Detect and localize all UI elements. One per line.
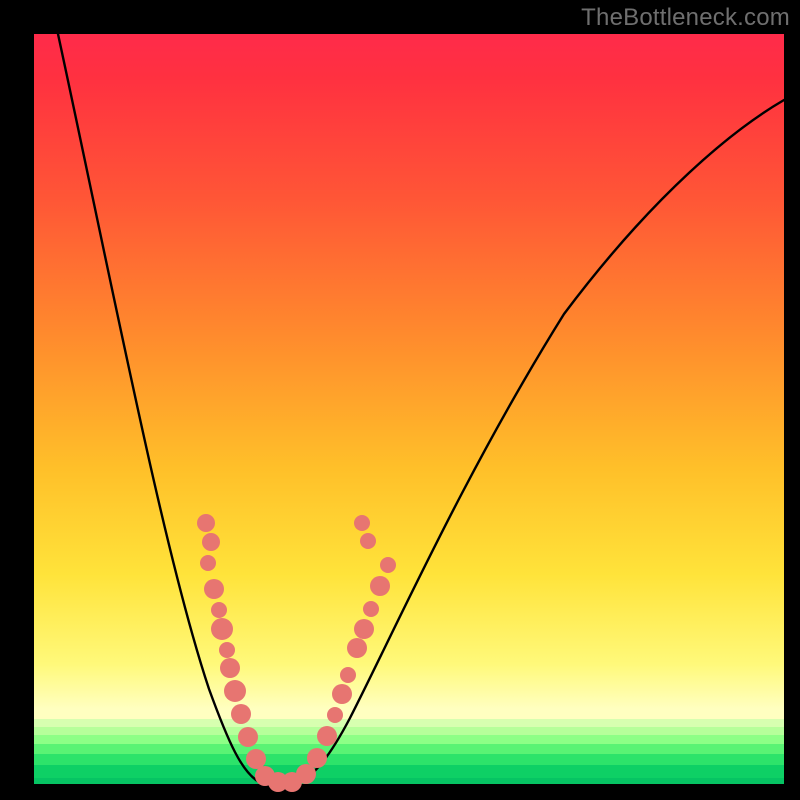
highlight-dot xyxy=(202,533,220,551)
curve-layer xyxy=(34,34,784,784)
highlight-dot xyxy=(354,515,370,531)
highlight-dot xyxy=(224,680,246,702)
highlight-dot xyxy=(231,704,251,724)
highlight-dot xyxy=(211,602,227,618)
highlight-dot xyxy=(380,557,396,573)
highlight-dot xyxy=(204,579,224,599)
bottleneck-curve xyxy=(58,34,784,785)
highlight-dot xyxy=(317,726,337,746)
highlight-dot xyxy=(327,707,343,723)
highlight-dot xyxy=(211,618,233,640)
highlight-dot xyxy=(332,684,352,704)
highlight-dot xyxy=(219,642,235,658)
highlight-dot xyxy=(340,667,356,683)
highlight-dot xyxy=(360,533,376,549)
highlight-dot xyxy=(307,748,327,768)
highlight-dot xyxy=(238,727,258,747)
highlight-dot xyxy=(347,638,367,658)
highlight-dot xyxy=(363,601,379,617)
highlight-dot xyxy=(370,576,390,596)
highlight-dot xyxy=(220,658,240,678)
highlight-dot-cluster xyxy=(197,514,396,792)
highlight-dot xyxy=(200,555,216,571)
highlight-dot xyxy=(197,514,215,532)
chart-frame: TheBottleneck.com xyxy=(0,0,800,800)
watermark-text: TheBottleneck.com xyxy=(581,4,790,32)
highlight-dot xyxy=(246,749,266,769)
plot-area xyxy=(34,34,784,784)
highlight-dot xyxy=(354,619,374,639)
